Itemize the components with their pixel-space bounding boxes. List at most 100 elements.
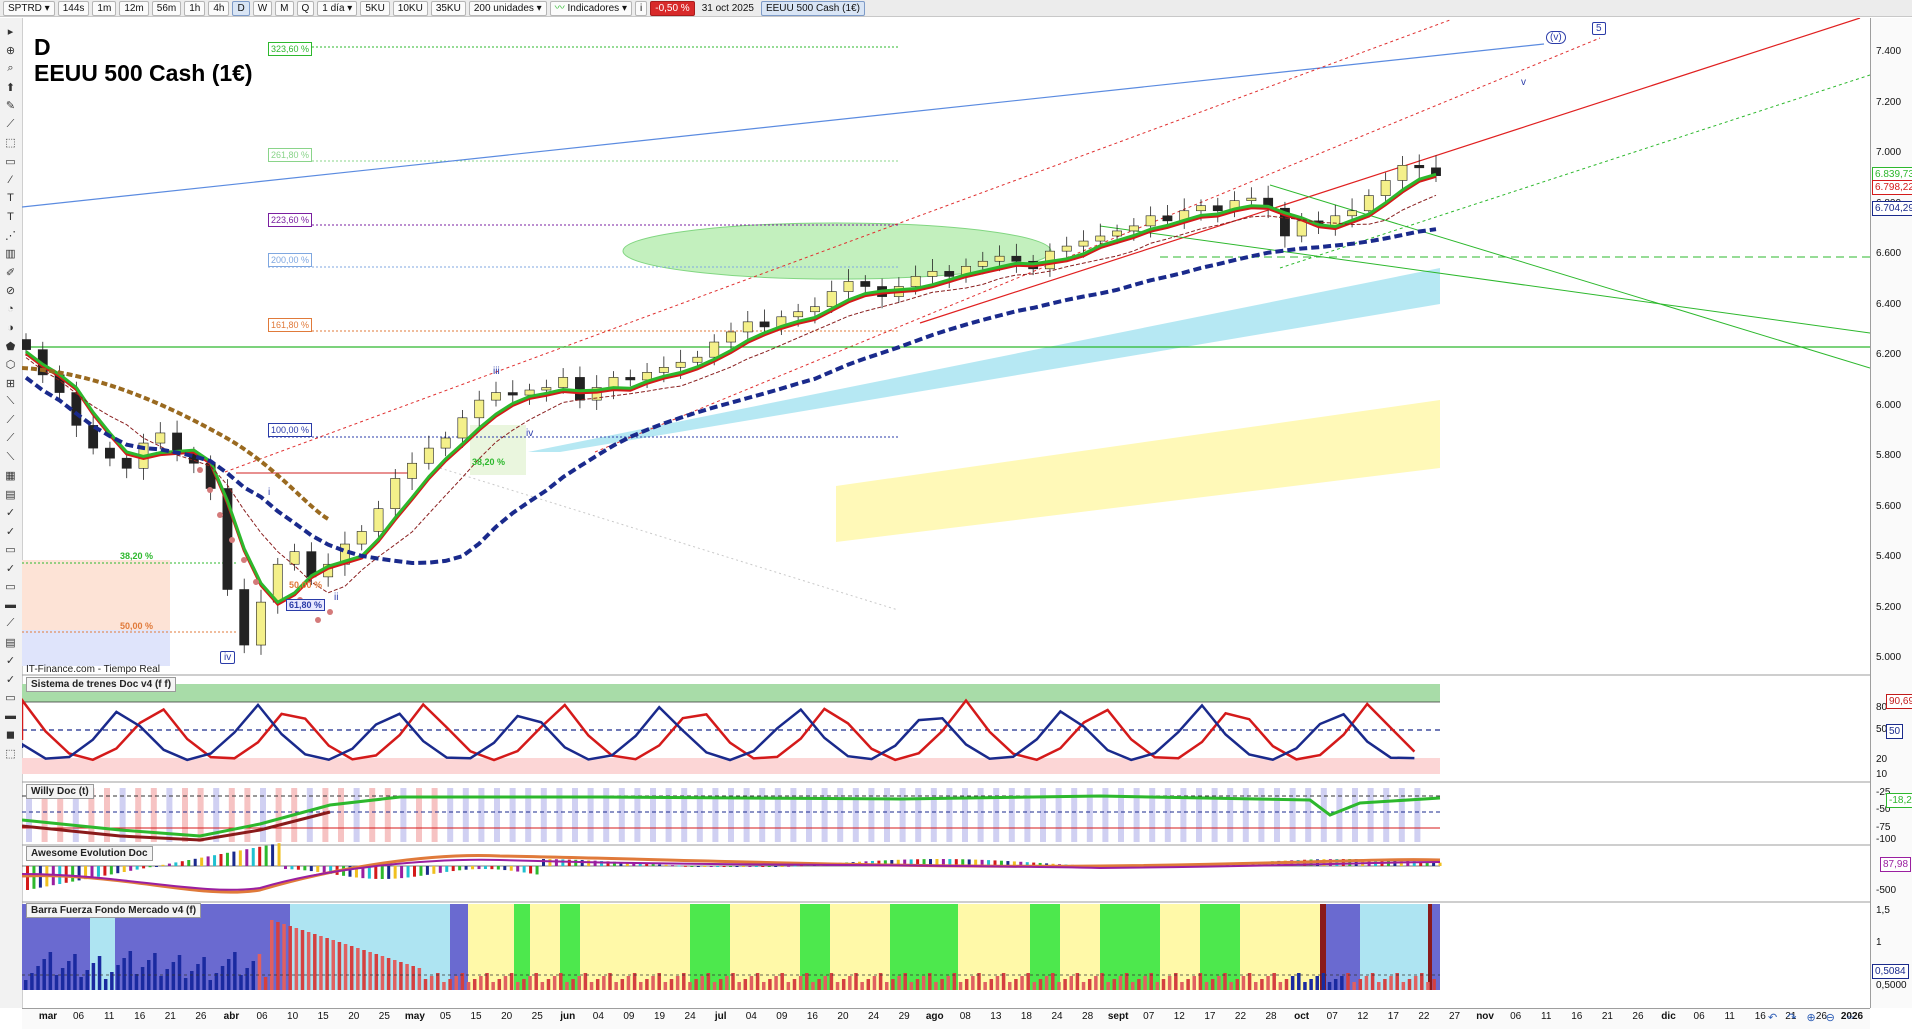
drawing-tool-icon[interactable]: ✓ bbox=[3, 524, 18, 539]
fib-label-223[interactable]: 223,60 % bbox=[268, 213, 313, 227]
units-10ku[interactable]: 10KU bbox=[392, 0, 428, 16]
drawing-tool-icon[interactable]: ⬆ bbox=[3, 80, 18, 95]
barra-bar bbox=[1401, 982, 1406, 990]
drawing-tool-icon[interactable]: ✓ bbox=[3, 653, 18, 668]
units-35ku[interactable]: 35KU bbox=[430, 0, 466, 16]
barra-bar bbox=[306, 932, 311, 990]
drawing-tool-icon[interactable]: ⋰ bbox=[3, 228, 18, 243]
indicators-button[interactable]: 〰 Indicadores ▾ bbox=[549, 0, 632, 16]
drawing-tool-icon[interactable]: ▤ bbox=[3, 487, 18, 502]
drawing-tool-icon[interactable]: ⟍ bbox=[3, 394, 18, 409]
interval-d[interactable]: D bbox=[232, 0, 250, 16]
redo-icon[interactable]: ↷ bbox=[1787, 1011, 1796, 1024]
drawing-tool-icon[interactable]: ✓ bbox=[3, 561, 18, 576]
awesome-bar bbox=[393, 866, 397, 879]
drawing-tool-icon[interactable]: ⌕ bbox=[3, 61, 18, 76]
drawing-tool-icon[interactable]: ▬ bbox=[3, 709, 18, 724]
time-tick: 08 bbox=[959, 1011, 971, 1022]
panel-label-barra[interactable]: Barra Fuerza Fondo Mercado v4 (f) bbox=[26, 903, 202, 918]
drawing-tool-icon[interactable]: ⬚ bbox=[3, 135, 18, 150]
drawing-tool-icon[interactable]: ⬚ bbox=[3, 746, 18, 761]
zoom-out-icon[interactable]: ⊖ bbox=[1826, 1011, 1835, 1024]
time-tick: may bbox=[404, 1011, 425, 1022]
drawing-tool-icon[interactable]: ⟋ bbox=[3, 413, 18, 428]
barra-bar bbox=[1229, 982, 1233, 990]
drawing-tool-icon[interactable]: ▥ bbox=[3, 246, 18, 261]
interval-1m[interactable]: 1m bbox=[92, 0, 117, 16]
period-selector[interactable]: 1 día ▾ bbox=[317, 0, 358, 16]
zoom-in-icon[interactable]: ⊕ bbox=[1806, 1011, 1815, 1024]
drawing-tool-icon[interactable]: ⊕ bbox=[3, 43, 18, 58]
info-icon[interactable]: i bbox=[635, 0, 648, 16]
barra-bar bbox=[202, 957, 206, 990]
panel-label-awesome[interactable]: Awesome Evolution Doc bbox=[26, 846, 153, 861]
barra-bar bbox=[442, 982, 446, 990]
drawing-tool-icon[interactable]: ▬ bbox=[3, 598, 18, 613]
barra-bar bbox=[1395, 973, 1399, 990]
drawing-tool-icon[interactable]: ⟋ bbox=[3, 616, 18, 631]
awesome-bar bbox=[129, 866, 133, 871]
interval-12m[interactable]: 12m bbox=[119, 0, 149, 16]
fib-label-261[interactable]: 261,80 % bbox=[268, 148, 313, 162]
units-5ku[interactable]: 5KU bbox=[360, 0, 390, 16]
fit-icon[interactable]: ⇔ bbox=[1845, 1011, 1856, 1024]
interval-4h[interactable]: 4h bbox=[208, 0, 230, 16]
drawing-tool-icon[interactable]: ⊞ bbox=[3, 376, 18, 391]
red-trendline bbox=[919, 18, 1861, 324]
drawing-tool-icon[interactable]: ⬡ bbox=[3, 357, 18, 372]
barra-bar bbox=[1346, 973, 1350, 990]
panel-label-trenes[interactable]: Sistema de trenes Doc v4 (f f) bbox=[26, 677, 177, 692]
fib-label-100[interactable]: 100,00 % bbox=[268, 423, 313, 437]
fib-label-161[interactable]: 161,80 % bbox=[268, 318, 313, 332]
drawing-tool-icon[interactable]: ◑ bbox=[3, 320, 18, 335]
drawing-tool-icon[interactable]: ⬟ bbox=[3, 339, 18, 354]
drawing-tool-icon[interactable]: ✓ bbox=[3, 672, 18, 687]
drawing-tool-icon[interactable]: ✐ bbox=[3, 265, 18, 280]
barra-bar bbox=[608, 973, 612, 990]
fib-label-200[interactable]: 200,00 % bbox=[268, 253, 313, 267]
drawing-tool-icon[interactable]: ▸ bbox=[3, 24, 18, 39]
drawing-tool-icon[interactable]: ✎ bbox=[3, 98, 18, 113]
interval-w[interactable]: W bbox=[252, 0, 273, 16]
barra-bar bbox=[1131, 982, 1135, 990]
barra-bar bbox=[356, 948, 360, 990]
drawing-tool-icon[interactable]: ▦ bbox=[3, 468, 18, 483]
panel-label-willy[interactable]: Willy Doc (t) bbox=[26, 784, 94, 799]
interval-56m[interactable]: 56m bbox=[151, 0, 182, 16]
awesome-bar bbox=[155, 866, 158, 867]
fib-label-323[interactable]: 323,60 % bbox=[268, 42, 313, 56]
drawing-tool-icon[interactable]: T bbox=[3, 209, 18, 224]
interval-m[interactable]: M bbox=[275, 0, 294, 16]
drawing-tool-icon[interactable]: ▭ bbox=[3, 154, 18, 169]
drawing-tool-icon[interactable]: ▭ bbox=[3, 579, 18, 594]
interval-144s[interactable]: 144s bbox=[57, 0, 90, 16]
drawing-tool-icon[interactable]: ⊘ bbox=[3, 283, 18, 298]
barra-bar bbox=[780, 973, 784, 990]
barra-bar bbox=[1327, 982, 1332, 990]
interval-1h[interactable]: 1h bbox=[184, 0, 206, 16]
candle-body bbox=[356, 531, 367, 545]
chart-canvas[interactable] bbox=[22, 18, 1870, 1008]
barra-bar bbox=[651, 976, 655, 990]
undo-icon[interactable]: ↶ bbox=[1768, 1011, 1777, 1024]
drawing-tool-icon[interactable]: ✓ bbox=[3, 505, 18, 520]
drawing-tool-icon[interactable]: T bbox=[3, 191, 18, 206]
drawing-tool-icon[interactable]: ▤ bbox=[3, 635, 18, 650]
price-tick: 6.600 bbox=[1876, 248, 1902, 259]
barra-bar bbox=[417, 968, 422, 990]
symbol-selector[interactable]: SPTRD ▾ bbox=[3, 0, 55, 16]
drawing-tool-icon[interactable]: ▭ bbox=[3, 542, 18, 557]
time-axis[interactable] bbox=[22, 1008, 1870, 1029]
candle-body bbox=[1296, 220, 1307, 237]
time-tick: 27 bbox=[1448, 1011, 1461, 1022]
drawing-tool-icon[interactable]: ⟋ bbox=[3, 117, 18, 132]
drawing-tool-icon[interactable]: ▭ bbox=[3, 690, 18, 705]
count-selector[interactable]: 200 unidades ▾ bbox=[468, 0, 547, 16]
drawing-tool-icon[interactable]: ◼ bbox=[3, 727, 18, 742]
drawing-tool-icon[interactable]: ⟍ bbox=[3, 450, 18, 465]
drawing-tool-icon[interactable]: ⁄ bbox=[3, 172, 18, 187]
candle-body bbox=[105, 447, 115, 459]
interval-q[interactable]: Q bbox=[296, 0, 315, 16]
drawing-tool-icon[interactable]: ⟋ bbox=[3, 431, 18, 446]
drawing-tool-icon[interactable]: ◔ bbox=[3, 302, 18, 317]
